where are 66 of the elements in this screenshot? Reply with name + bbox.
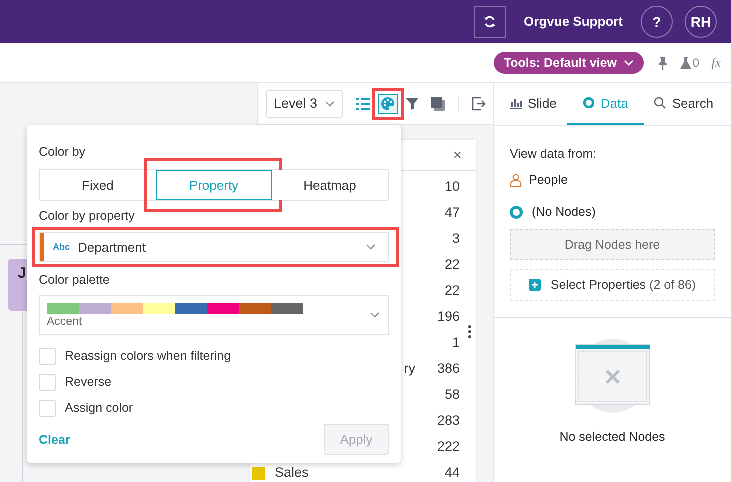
chevron-icon bbox=[624, 60, 634, 66]
user-avatar[interactable]: RH bbox=[685, 6, 717, 38]
node-title: J bbox=[18, 264, 26, 284]
section-label: Color by bbox=[39, 145, 87, 159]
chevron-icon bbox=[324, 100, 335, 106]
row-label: Sales bbox=[275, 465, 310, 480]
row-value: 1 bbox=[452, 335, 460, 350]
level-dropdown[interactable]: Level 3 bbox=[266, 90, 343, 118]
panel-tab[interactable]: Slide bbox=[500, 83, 567, 125]
panel-heading: View data from: bbox=[510, 147, 598, 161]
refresh-icon bbox=[483, 14, 498, 28]
layers-icon bbox=[430, 96, 445, 110]
flask-count: 0 bbox=[692, 56, 700, 70]
checkbox-label: Assign color bbox=[65, 401, 134, 415]
palette-tool-button[interactable] bbox=[378, 94, 398, 114]
chevron-icon bbox=[366, 244, 376, 250]
formula-button[interactable]: fx bbox=[712, 54, 721, 70]
row-value: 196 bbox=[437, 309, 460, 324]
bar-chart-icon bbox=[510, 98, 522, 108]
palette-name: Accent bbox=[47, 316, 84, 328]
checkbox[interactable] bbox=[39, 348, 56, 364]
checkbox[interactable] bbox=[39, 374, 56, 390]
row-value: 58 bbox=[444, 387, 460, 402]
row-value: 47 bbox=[444, 205, 460, 220]
radio-button[interactable] bbox=[510, 206, 523, 218]
drop-zone[interactable]: Drag Nodes here bbox=[510, 229, 715, 260]
property-value: Department bbox=[78, 240, 146, 254]
more-icon[interactable] bbox=[468, 325, 472, 339]
ring-icon bbox=[582, 97, 595, 109]
select-properties-button[interactable]: Select Properties (2 of 86) bbox=[510, 269, 715, 301]
row-value: 44 bbox=[444, 465, 460, 480]
search-icon bbox=[654, 97, 666, 109]
section-label: Color palette bbox=[39, 273, 111, 287]
section-label: Color by property bbox=[39, 209, 136, 223]
row-value: 283 bbox=[437, 413, 460, 428]
row-value: 22 bbox=[444, 257, 460, 272]
source-label: People bbox=[529, 173, 568, 187]
chevron-icon bbox=[370, 312, 380, 318]
row-value: 386 bbox=[437, 361, 460, 376]
export-icon bbox=[472, 96, 486, 110]
empty-message: No selected Nodes bbox=[560, 430, 666, 444]
row-value: 22 bbox=[444, 283, 460, 298]
row-value: 222 bbox=[437, 439, 460, 454]
row-value: 3 bbox=[452, 231, 460, 246]
checkbox[interactable] bbox=[39, 400, 56, 416]
row-value: 10 bbox=[444, 179, 460, 194]
help-button[interactable]: ? bbox=[641, 6, 673, 38]
plus-icon bbox=[528, 279, 541, 291]
property-dropdown[interactable]: Abc Department bbox=[39, 232, 389, 262]
checkbox-label: Reassign colors when filtering bbox=[65, 349, 232, 363]
filter-icon bbox=[406, 97, 420, 110]
pin-icon[interactable] bbox=[658, 56, 668, 70]
palette-icon bbox=[380, 96, 395, 110]
checkbox-label: Reverse bbox=[65, 375, 112, 389]
row-label: ry bbox=[403, 361, 416, 376]
radio-label: (No Nodes) bbox=[532, 205, 596, 219]
person-icon bbox=[510, 174, 522, 186]
palette-dropdown[interactable]: Accent bbox=[39, 295, 389, 335]
list-icon bbox=[356, 96, 370, 110]
tools-view-button[interactable]: Tools: Default view bbox=[494, 52, 644, 74]
refresh-button[interactable] bbox=[474, 6, 506, 38]
close-button[interactable]: × bbox=[453, 146, 462, 164]
flask-icon[interactable] bbox=[680, 56, 692, 70]
panel-tab[interactable]: Search bbox=[644, 83, 724, 125]
support-link[interactable]: Orgvue Support bbox=[524, 14, 623, 29]
text-type-tag: Abc bbox=[53, 242, 70, 252]
